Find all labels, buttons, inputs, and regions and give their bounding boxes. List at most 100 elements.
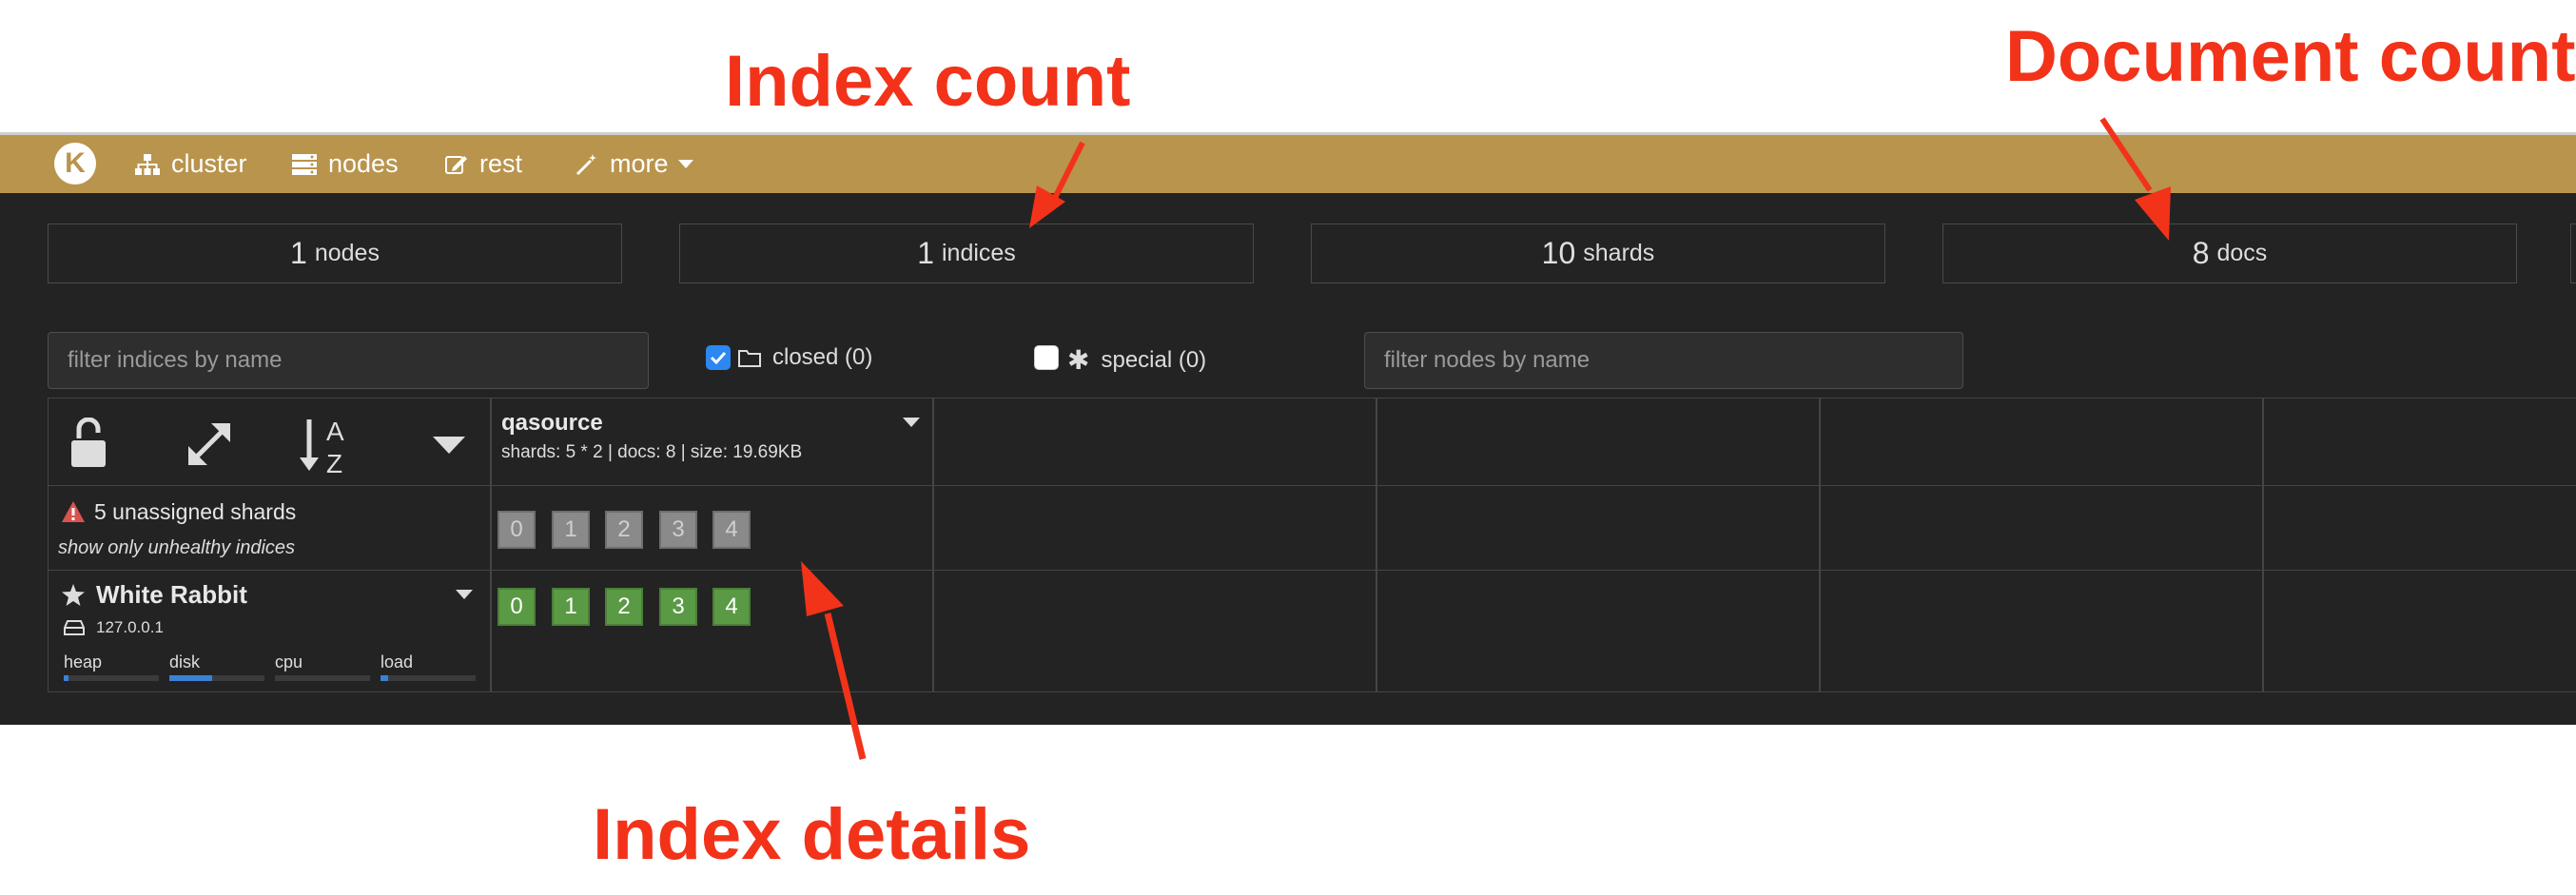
- stat-nodes-value: 1: [290, 236, 307, 270]
- stat-docs-unit: docs: [2216, 240, 2268, 266]
- unlock-icon[interactable]: [71, 418, 109, 469]
- navbar: K cluster nodes rest more: [0, 135, 2576, 193]
- cluster-overview-grid: A Z qasource shards: 5 * 2 | docs: 8 | s…: [48, 398, 2576, 692]
- empty-header-cell: [1376, 398, 1820, 486]
- asterisk-icon: ✱: [1067, 345, 1090, 375]
- magic-wand-icon: [576, 153, 596, 175]
- checkmark-icon: [710, 351, 727, 365]
- nav-more-label: more: [610, 149, 669, 178]
- empty-header-cell: [1820, 398, 2263, 486]
- disk-meter: [169, 675, 264, 681]
- closed-filter[interactable]: closed (0): [738, 344, 872, 371]
- kopf-logo[interactable]: K: [54, 143, 96, 185]
- unassigned-shard[interactable]: 2: [605, 511, 643, 549]
- stat-shards-unit: shards: [1583, 240, 1655, 266]
- unassigned-info-cell: 5 unassigned shards show only unhealthy …: [48, 485, 491, 571]
- cpu-meter: [275, 675, 370, 681]
- index-details: shards: 5 * 2 | docs: 8 | size: 19.69KB: [501, 442, 803, 462]
- stat-shards-value: 10: [1541, 236, 1576, 270]
- assigned-shard[interactable]: 0: [498, 588, 536, 626]
- unassigned-shards-cell: 0 1 2 3 4: [491, 485, 933, 571]
- assigned-shard[interactable]: 1: [552, 588, 590, 626]
- heap-meter: [64, 675, 159, 681]
- folder-icon: [738, 350, 761, 367]
- nav-more[interactable]: more: [576, 135, 705, 193]
- assigned-shard[interactable]: 3: [659, 588, 697, 626]
- show-unhealthy-link[interactable]: show only unhealthy indices: [58, 537, 295, 559]
- closed-filter-label: closed (0): [772, 344, 873, 370]
- index-name[interactable]: qasource: [501, 410, 603, 437]
- node-caret-down-icon[interactable]: [456, 590, 473, 600]
- heap-meter-fill: [64, 675, 68, 681]
- top-border: [0, 132, 2576, 135]
- load-meter: [381, 675, 476, 681]
- load-label: load: [381, 652, 414, 671]
- stat-shards: 10 shards: [1311, 224, 1885, 283]
- node-name[interactable]: White Rabbit: [96, 580, 247, 610]
- load-meter-fill: [381, 675, 388, 681]
- assigned-shard[interactable]: 2: [605, 588, 643, 626]
- header-controls-cell: A Z: [48, 398, 491, 486]
- cpu-label: cpu: [275, 652, 303, 671]
- nav-nodes-label: nodes: [328, 149, 399, 178]
- unassigned-shards-count: 5 unassigned shards: [94, 499, 297, 524]
- nav-cluster[interactable]: cluster: [135, 135, 247, 193]
- node-ip: 127.0.0.1: [96, 618, 164, 636]
- server-icon: [292, 153, 317, 175]
- sort-alpha-icon[interactable]: A Z: [300, 416, 353, 475]
- nav-cluster-label: cluster: [171, 149, 247, 178]
- caret-down-icon: [677, 159, 693, 168]
- node-shards-cell: 0 1 2 3 4: [491, 570, 933, 692]
- empty-cell: [1820, 570, 2263, 692]
- stat-docs-value: 8: [2192, 236, 2210, 270]
- annotation-document-count: Document count: [2005, 16, 2576, 97]
- annotation-index-details: Index details: [593, 794, 1031, 875]
- annotation-index-count: Index count: [725, 41, 1131, 122]
- nav-nodes[interactable]: nodes: [292, 135, 399, 193]
- edit-icon: [445, 155, 467, 174]
- stat-indices: 1 indices: [679, 224, 1254, 283]
- hdd-icon: [64, 620, 85, 635]
- empty-cell: [1820, 485, 2263, 571]
- stat-indices-unit: indices: [941, 240, 1016, 266]
- empty-cell: [933, 485, 1376, 571]
- star-icon: [62, 584, 85, 606]
- empty-cell: [1376, 485, 1820, 571]
- special-filter-label: special (0): [1101, 346, 1207, 373]
- index-caret-down-icon[interactable]: [903, 418, 920, 428]
- unassigned-shard[interactable]: 3: [659, 511, 697, 549]
- filter-nodes-input[interactable]: [1364, 332, 1963, 389]
- empty-cell: [1376, 570, 1820, 692]
- stat-nodes-unit: nodes: [314, 240, 380, 266]
- unassigned-shard[interactable]: 0: [498, 511, 536, 549]
- unassigned-shard[interactable]: 1: [552, 511, 590, 549]
- warning-icon: [62, 501, 85, 522]
- index-header-cell: qasource shards: 5 * 2 | docs: 8 | size:…: [491, 398, 933, 486]
- expand-icon[interactable]: [185, 419, 234, 469]
- special-checkbox[interactable]: [1034, 345, 1059, 370]
- assigned-shard[interactable]: 4: [712, 588, 751, 626]
- stat-docs: 8 docs: [1942, 224, 2517, 283]
- stat-nodes: 1 nodes: [48, 224, 622, 283]
- empty-cell: [933, 570, 1376, 692]
- disk-meter-fill: [169, 675, 212, 681]
- unassigned-shard[interactable]: 4: [712, 511, 751, 549]
- empty-cell: [2263, 485, 2576, 571]
- stat-indices-value: 1: [917, 236, 934, 270]
- caret-down-icon[interactable]: [433, 437, 465, 456]
- nav-rest-label: rest: [479, 149, 523, 178]
- sitemap-icon: [135, 153, 160, 175]
- empty-header-cell: [933, 398, 1376, 486]
- empty-header-cell: [2263, 398, 2576, 486]
- special-filter[interactable]: ✱ special (0): [1067, 344, 1206, 376]
- stat-box-partial: [2570, 224, 2576, 283]
- svg-text:Z: Z: [326, 449, 342, 475]
- disk-label: disk: [169, 652, 201, 671]
- node-info-cell: White Rabbit 127.0.0.1: [48, 570, 491, 692]
- heap-label: heap: [64, 652, 103, 671]
- empty-cell: [2263, 570, 2576, 692]
- closed-checkbox[interactable]: [706, 345, 731, 370]
- nav-rest[interactable]: rest: [445, 135, 522, 193]
- filter-indices-input[interactable]: [48, 332, 649, 389]
- svg-text:A: A: [326, 417, 344, 446]
